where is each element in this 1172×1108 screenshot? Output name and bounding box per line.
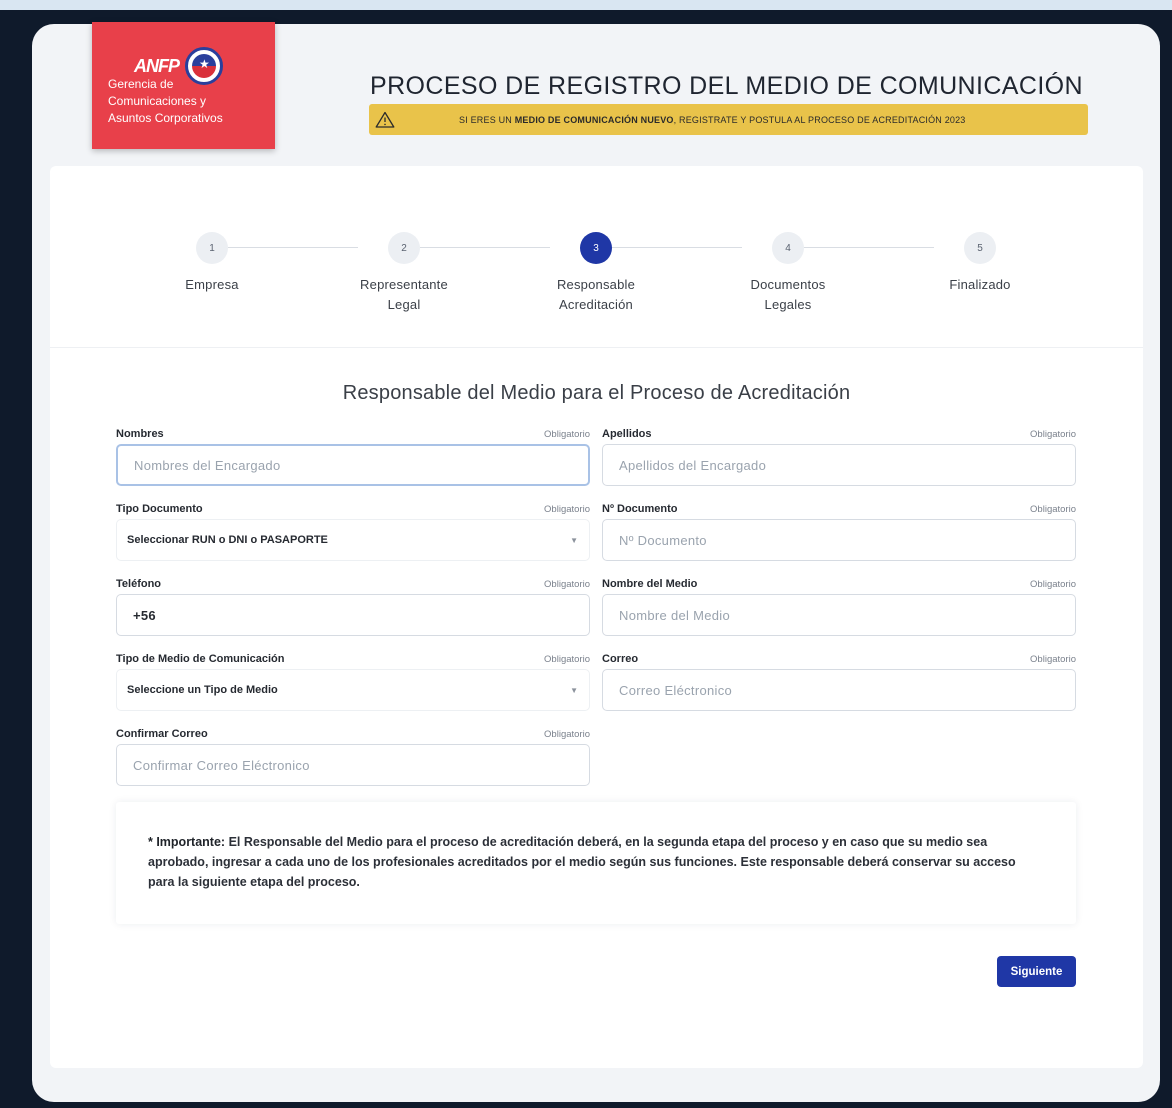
apellidos-input[interactable]: Apellidos del Encargado [602,444,1076,486]
confirmar-correo-input[interactable]: Confirmar Correo Eléctronico [116,744,590,786]
required-label: Obligatorio [1030,504,1076,515]
page-title: PROCESO DE REGISTRO DEL MEDIO DE COMUNIC… [370,72,1083,100]
top-strip [0,0,1172,10]
field-label: Nombres [116,428,164,440]
step-label: Responsable Acreditación [556,277,636,312]
brand-line: Asuntos Corporativos [108,111,223,125]
tipo-medio-field: Tipo de Medio de Comunicación Obligatorio… [116,649,590,711]
step-finalizado: 5 Finalizado [900,232,1060,295]
field-label: Tipo de Medio de Comunicación [116,653,285,665]
brand-department: Gerencia de Comunicaciones y Asuntos Cor… [108,76,259,127]
chevron-down-icon: ▼ [570,685,578,695]
brand-logo-block: ANFP ★ Gerencia de Comunicaciones y Asun… [92,22,275,149]
nombre-medio-field: Nombre del Medio Obligatorio Nombre del M… [602,574,1076,636]
tipo-documento-field: Tipo Documento Obligatorio Seleccionar RU… [116,499,590,561]
required-label: Obligatorio [544,504,590,515]
step-responsable-acreditacion: 3 Responsable Acreditación [516,232,676,315]
step-label: Representante Legal [360,277,448,312]
stepper: 1 Empresa 2 Representante Legal 3 Respons… [50,166,1143,348]
next-button[interactable]: Siguiente [997,956,1076,987]
important-note: * Importante: El Responsable del Medio p… [116,802,1076,924]
important-label: * Importante: [148,835,226,849]
correo-field: Correo Obligatorio Correo Eléctronico [602,649,1076,711]
nombres-input[interactable]: Nombres del Encargado [116,444,590,486]
step-number: 5 [964,232,996,264]
form-title: Responsable del Medio para el Proceso de… [342,382,851,404]
step-number: 2 [388,232,420,264]
confirmar-correo-field: Confirmar Correo Obligatorio Confirmar Co… [116,724,590,786]
step-empresa: 1 Empresa [132,232,292,295]
required-label: Obligatorio [544,429,590,440]
step-number: 4 [772,232,804,264]
step-label: Finalizado [949,277,1011,292]
nombres-field: Nombres Obligatorio Nombres del Encargado [116,424,590,486]
required-label: Obligatorio [544,654,590,665]
field-label: Tipo Documento [116,503,203,515]
step-number-active: 3 [580,232,612,264]
notice-emphasis: MEDIO DE COMUNICACIÓN NUEVO [514,114,674,125]
n-documento-input[interactable]: Nº Documento [602,519,1076,561]
step-number: 1 [196,232,228,264]
required-label: Obligatorio [544,729,590,740]
nombre-medio-input[interactable]: Nombre del Medio [602,594,1076,636]
step-label: Empresa [185,277,239,292]
step-label: Documentos Legales [750,277,826,312]
warning-icon [375,111,399,128]
field-label: Apellidos [602,428,652,440]
chevron-down-icon: ▼ [570,535,578,545]
field-label: Teléfono [116,578,162,590]
chile-federation-seal-icon: ★ [185,47,223,85]
tipo-documento-select[interactable]: Seleccionar RUN o DNI o PASAPORTE ▼ [116,519,590,561]
brand-line: Comunicaciones y [108,94,207,108]
n-documento-field: Nº Documento Obligatorio Nº Documento [602,499,1076,561]
select-value: Seleccionar RUN o DNI o PASAPORTE [127,534,328,546]
notice-banner: SI ERES UN MEDIO DE COMUNICACIÓN NUEVO, … [369,104,1088,135]
step-documentos-legales: 4 Documentos Legales [708,232,868,315]
telefono-field: Teléfono Obligatorio +56 [116,574,590,636]
step-representante-legal: 2 Representante Legal [324,232,484,315]
field-label: Confirmar Correo [116,728,208,740]
required-label: Obligatorio [1030,654,1076,665]
important-text: El Responsable del Medio para el proceso… [148,835,1016,889]
required-label: Obligatorio [1030,429,1076,440]
anfp-wordmark: ANFP [134,55,180,76]
notice-text: SI ERES UN MEDIO DE COMUNICACIÓN NUEVO, … [459,114,966,125]
field-label: Nombre del Medio [602,578,698,590]
required-label: Obligatorio [1030,579,1076,590]
select-value: Seleccione un Tipo de Medio [127,684,278,696]
correo-input[interactable]: Correo Eléctronico [602,669,1076,711]
brand-line: Gerencia de [108,77,174,91]
apellidos-field: Apellidos Obligatorio Apellidos del Encar… [602,424,1076,486]
telefono-input[interactable]: +56 [116,594,590,636]
required-label: Obligatorio [544,579,590,590]
field-label: Correo [602,653,639,665]
tipo-medio-select[interactable]: Seleccione un Tipo de Medio ▼ [116,669,590,711]
field-label: Nº Documento [602,503,678,515]
form-card: 1 Empresa 2 Representante Legal 3 Respons… [50,166,1143,1068]
